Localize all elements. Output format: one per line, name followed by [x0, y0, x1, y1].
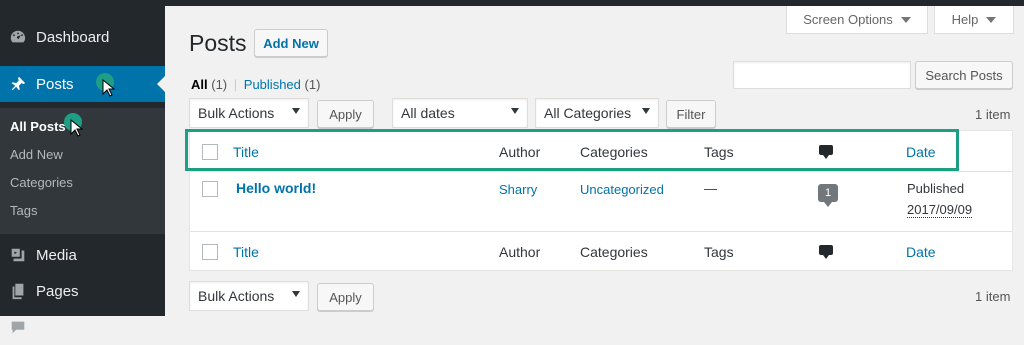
- caret-down-icon: [292, 108, 300, 114]
- help-label: Help: [951, 12, 979, 27]
- sidebar-item-label: Media: [36, 246, 77, 264]
- bulk-actions-select-top[interactable]: Bulk Actions: [189, 98, 309, 128]
- categories-value: All Categories: [544, 105, 632, 121]
- item-count-top: 1 item: [975, 107, 1011, 122]
- subsubsub: All (1) | Published (1): [191, 77, 320, 92]
- cursor-icon: [70, 119, 84, 137]
- pin-icon: [8, 74, 28, 94]
- media-icon: [8, 245, 28, 265]
- dates-value: All dates: [401, 105, 455, 121]
- apply-button-bottom[interactable]: Apply: [317, 283, 374, 311]
- submenu-tags[interactable]: Tags: [10, 203, 37, 218]
- separator: |: [233, 77, 238, 92]
- pages-icon: [8, 281, 28, 301]
- sidebar-item-media[interactable]: Media: [0, 237, 165, 273]
- sidebar-item-label: Posts: [36, 75, 74, 93]
- row-checkbox[interactable]: [202, 181, 218, 197]
- post-category-link[interactable]: Uncategorized: [580, 182, 664, 197]
- filter-button[interactable]: Filter: [666, 100, 716, 128]
- post-author-link[interactable]: Sharry: [499, 182, 537, 197]
- divider: [190, 231, 1012, 232]
- sidebar-item-comments[interactable]: [0, 309, 165, 345]
- column-author-footer: Author: [499, 244, 541, 260]
- item-count-bottom: 1 item: [975, 289, 1011, 304]
- dashboard-icon: [8, 27, 28, 47]
- cursor-icon: [102, 79, 116, 97]
- caret-down-icon: [642, 108, 650, 114]
- caret-down-icon: [511, 108, 519, 114]
- search-posts-button[interactable]: Search Posts: [915, 61, 1013, 89]
- admin-sidebar: Dashboard Posts All Posts Add New Catego…: [0, 6, 165, 334]
- caret-down-icon: [292, 291, 300, 297]
- column-title-footer[interactable]: Title: [233, 244, 259, 260]
- submenu-add-new[interactable]: Add New: [10, 147, 63, 162]
- post-status: Published: [907, 181, 965, 196]
- comments-column-icon[interactable]: [819, 245, 833, 259]
- sidebar-item-pages[interactable]: Pages: [0, 273, 165, 309]
- apply-button-top[interactable]: Apply: [317, 100, 374, 128]
- submenu-all-posts[interactable]: All Posts: [10, 119, 66, 134]
- page-title: Posts: [189, 30, 247, 56]
- active-menu-arrow: [157, 76, 165, 92]
- sidebar-item-label: Dashboard: [36, 28, 110, 46]
- filter-published-count: (1): [304, 77, 321, 92]
- sidebar-item-posts[interactable]: Posts: [0, 66, 165, 102]
- sidebar-item-dashboard[interactable]: Dashboard: [0, 19, 165, 55]
- caret-down-icon: [900, 16, 911, 23]
- help-tab[interactable]: Help: [934, 6, 1014, 34]
- submenu-categories[interactable]: Categories: [10, 175, 73, 190]
- filter-all-count: (1): [211, 77, 228, 92]
- categories-select[interactable]: All Categories: [535, 98, 659, 128]
- post-date: 2017/09/09: [907, 202, 973, 218]
- add-new-button[interactable]: Add New: [254, 29, 328, 57]
- caret-down-icon: [986, 16, 997, 23]
- post-tags: —: [704, 181, 717, 196]
- bulk-actions-value: Bulk Actions: [198, 288, 275, 304]
- search-input[interactable]: [733, 61, 911, 89]
- comments-icon: [8, 317, 28, 337]
- screen-options-tab[interactable]: Screen Options: [786, 6, 928, 34]
- bulk-actions-select-bottom[interactable]: Bulk Actions: [189, 281, 309, 311]
- post-title-link[interactable]: Hello world!: [236, 180, 316, 196]
- select-all-checkbox-footer[interactable]: [202, 244, 218, 260]
- comment-count-bubble[interactable]: 1: [818, 184, 838, 207]
- filter-all-link[interactable]: All: [191, 77, 208, 92]
- header-row-highlight: [185, 129, 959, 171]
- filter-published-link[interactable]: Published: [244, 77, 301, 92]
- screen-options-label: Screen Options: [803, 12, 893, 27]
- column-date-footer[interactable]: Date: [906, 244, 936, 260]
- divider: [190, 171, 1012, 172]
- sidebar-item-label: Pages: [36, 282, 79, 300]
- bulk-actions-value: Bulk Actions: [198, 105, 275, 121]
- dates-select[interactable]: All dates: [392, 98, 528, 128]
- column-tags-footer: Tags: [704, 244, 734, 260]
- column-categories-footer: Categories: [580, 244, 648, 260]
